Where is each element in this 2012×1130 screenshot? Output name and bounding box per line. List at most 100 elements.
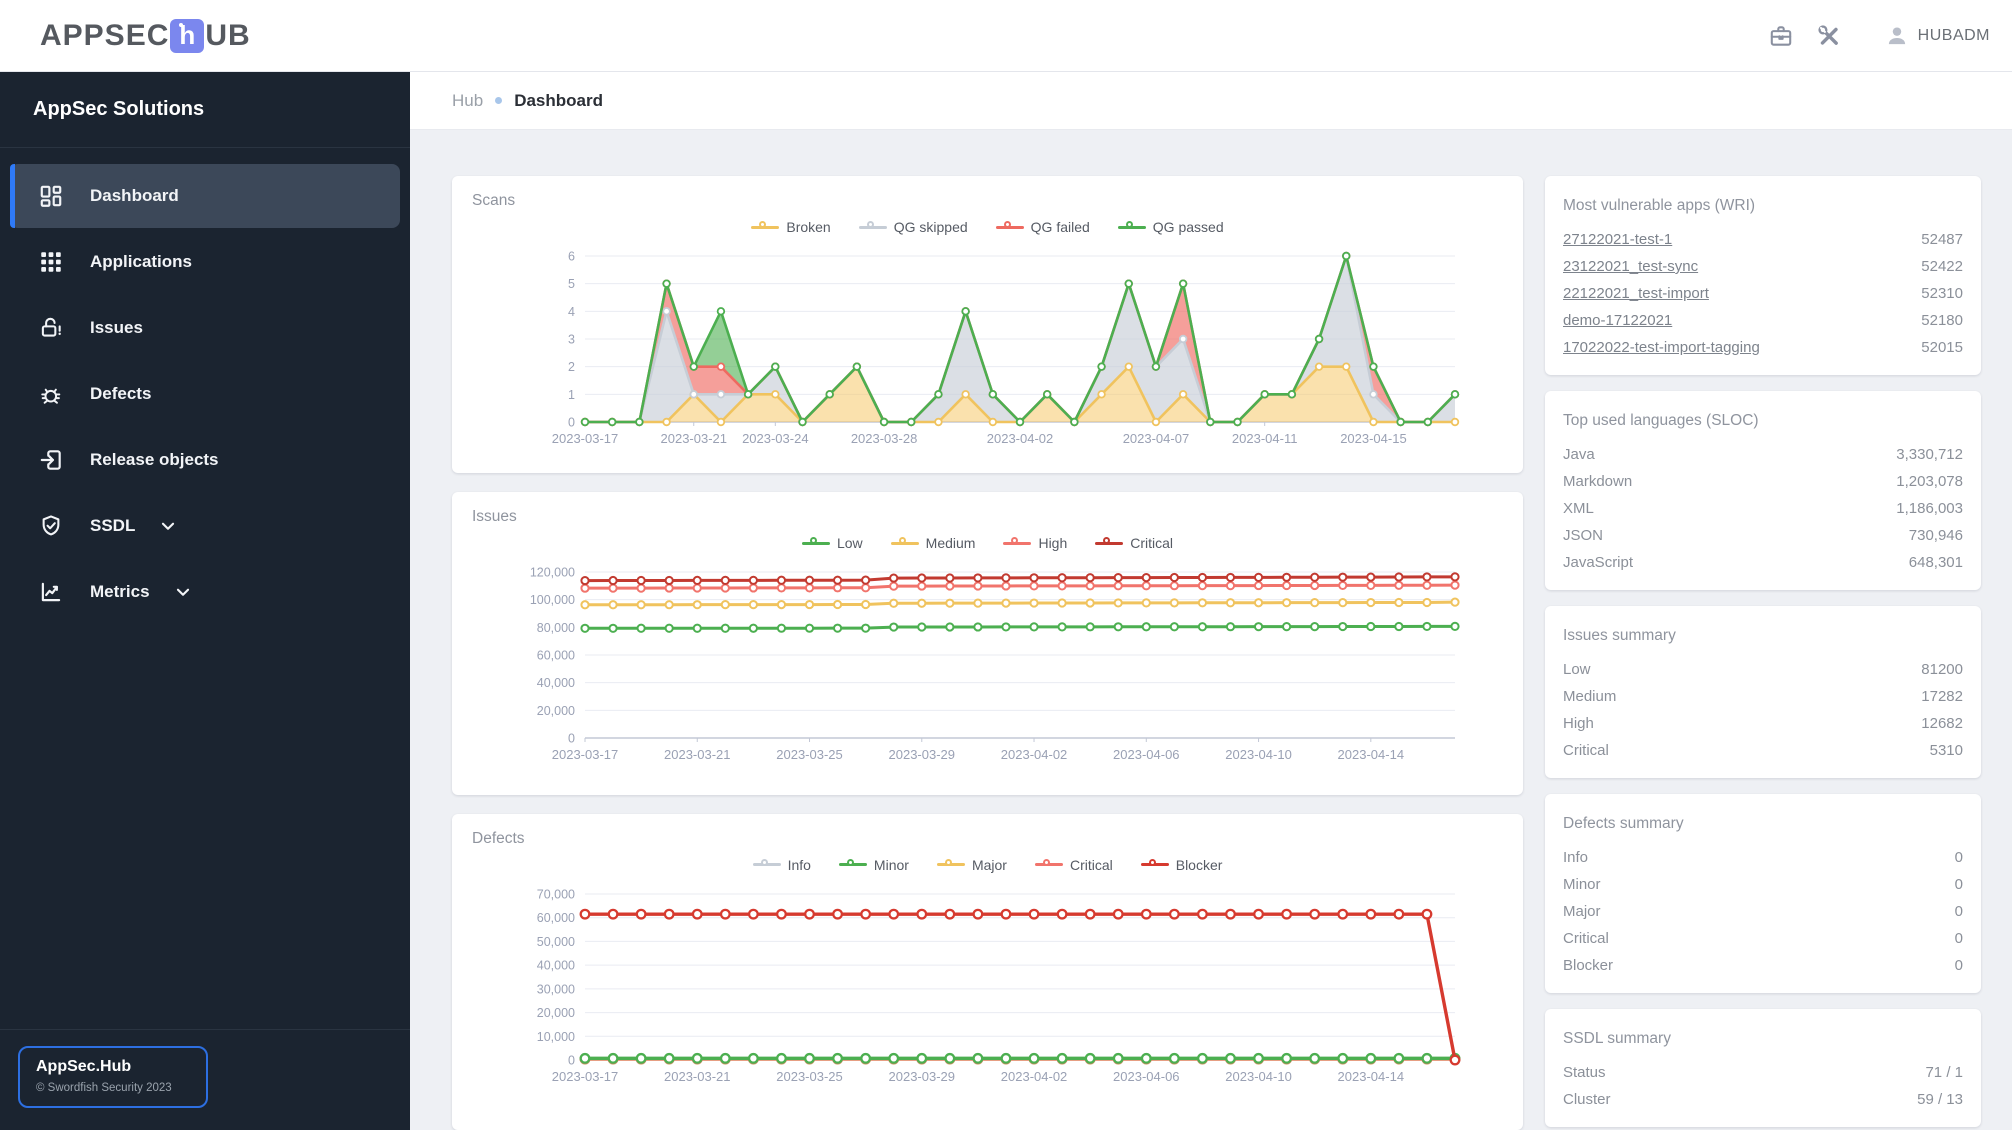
sidebar-footer-box: AppSec.Hub © Swordfish Security 2023 — [18, 1046, 208, 1108]
row-label: Low — [1563, 661, 1591, 678]
svg-text:3: 3 — [568, 333, 575, 347]
logo-hub-icon: h — [170, 18, 205, 53]
svg-text:2023-04-02: 2023-04-02 — [1001, 747, 1067, 762]
legend-marker-icon — [1140, 858, 1169, 872]
app-link[interactable]: 17022022-test-import-tagging — [1563, 334, 1760, 361]
svg-text:40,000: 40,000 — [537, 676, 575, 690]
issues-chart-canvas[interactable]: 0 20,000 40,000 60,000 80,000 100,000 120,000 2… — [472, 562, 1503, 772]
sidebar-item-issues[interactable]: Issues — [10, 296, 400, 360]
svg-text:2023-03-24: 2023-03-24 — [742, 431, 809, 446]
svg-text:2023-03-25: 2023-03-25 — [776, 1069, 843, 1084]
svg-text:0: 0 — [568, 732, 575, 746]
row-label: Status — [1563, 1064, 1606, 1081]
defects-chart-title: Defects — [472, 829, 525, 847]
breadcrumb-current: Dashboard — [514, 90, 603, 110]
svg-text:2023-04-14: 2023-04-14 — [1338, 1069, 1405, 1084]
lock-alert-icon — [38, 315, 64, 341]
svg-text:2023-04-06: 2023-04-06 — [1113, 747, 1180, 762]
svg-text:2023-03-17: 2023-03-17 — [552, 1069, 619, 1084]
sidebar: AppSec Solutions Dashboard Applications Is… — [0, 72, 410, 1130]
row-value: 0 — [1954, 903, 1963, 920]
sidebar-item-applications[interactable]: Applications — [10, 230, 400, 294]
app-link[interactable]: demo-17122021 — [1563, 307, 1672, 334]
row-label: XML — [1563, 500, 1594, 517]
breadcrumb-root[interactable]: Hub — [452, 91, 483, 111]
svg-text:2023-04-11: 2023-04-11 — [1232, 431, 1298, 446]
panel-most-vulnerable-apps-wri: Most vulnerable apps (WRI) 27122021-test-… — [1545, 176, 1981, 375]
applications-icon — [38, 249, 64, 275]
user-menu[interactable]: HUBADM — [1884, 23, 1990, 49]
issues-chart-title: Issues — [472, 508, 517, 526]
scans-chart-canvas[interactable]: 0 1 2 3 4 5 6 2023-03-17 2023-03-21 2023-03-24 202… — [472, 246, 1503, 456]
svg-text:2023-04-10: 2023-04-10 — [1225, 747, 1292, 762]
sidebar-item-release-objects[interactable]: Release objects — [10, 428, 400, 492]
legend-item-info[interactable]: Info — [752, 857, 811, 873]
legend-label: Critical — [1069, 856, 1113, 873]
chevron-down-icon[interactable] — [172, 581, 194, 603]
legend-item-high[interactable]: High — [1003, 535, 1067, 551]
panel-row: JSON 730,946 — [1563, 522, 1963, 549]
tools-icon[interactable] — [1816, 23, 1842, 49]
row-label: JSON — [1563, 527, 1604, 544]
row-value: 81200 — [1921, 661, 1963, 678]
row-value: 17282 — [1921, 688, 1963, 705]
panel-row: Cluster 59 / 13 — [1563, 1086, 1963, 1113]
svg-text:0: 0 — [568, 1053, 575, 1067]
sidebar-footer: AppSec.Hub © Swordfish Security 2023 — [0, 1029, 410, 1130]
svg-text:2: 2 — [568, 360, 575, 374]
person-icon — [1884, 23, 1910, 49]
panel-issues-summary: Issues summary Low 81200 Medium 17282 High 126… — [1545, 606, 1981, 778]
app-link[interactable]: 27122021-test-1 — [1563, 226, 1672, 253]
legend-item-major[interactable]: Major — [936, 856, 1007, 873]
panel-row: Status 71 / 1 — [1563, 1059, 1963, 1086]
svg-text:6: 6 — [568, 250, 575, 264]
row-label: Minor — [1563, 876, 1601, 893]
row-label: Info — [1563, 849, 1589, 866]
row-value: 0 — [1954, 849, 1963, 866]
legend-item-qg-passed[interactable]: QG passed — [1117, 219, 1224, 235]
row-label: High — [1563, 715, 1594, 732]
legend-marker-icon — [801, 536, 830, 550]
defects-chart-canvas[interactable]: 0 10,000 20,000 30,000 40,000 50,000 60,000 70,… — [472, 884, 1503, 1094]
legend-item-blocker[interactable]: Blocker — [1140, 857, 1222, 873]
row-value: 5310 — [1929, 742, 1963, 759]
app-link[interactable]: 22122021_test-import — [1563, 280, 1709, 307]
svg-text:10,000: 10,000 — [537, 1030, 575, 1044]
legend-label: QG skipped — [893, 219, 968, 235]
legend-item-qg-failed[interactable]: QG failed — [995, 219, 1090, 235]
panel-title: Top used languages (SLOC) — [1563, 412, 1759, 429]
svg-text:2023-03-21: 2023-03-21 — [664, 1069, 731, 1084]
appsechub-logo[interactable]: APPSEC h UB — [40, 18, 251, 53]
svg-text:2023-03-17: 2023-03-17 — [552, 431, 619, 446]
legend-label: Major — [971, 856, 1007, 873]
briefcase-icon[interactable] — [1768, 23, 1794, 49]
chevron-down-icon[interactable] — [157, 515, 179, 537]
panel-row: 22122021_test-import 52310 — [1563, 280, 1963, 307]
defects-chart-card: Defects Info Minor Major Critical Blocker 0 1… — [452, 813, 1523, 1130]
sidebar-item-defects[interactable]: Defects — [10, 362, 400, 426]
legend-marker-icon — [858, 220, 887, 234]
sidebar-item-metrics[interactable]: Metrics — [10, 560, 400, 624]
row-label: Java — [1563, 446, 1595, 463]
legend-item-qg-skipped[interactable]: QG skipped — [858, 219, 968, 235]
panel-row: JavaScript 648,301 — [1563, 549, 1963, 576]
legend-item-broken[interactable]: Broken — [751, 219, 831, 235]
legend-item-critical[interactable]: Critical — [1034, 856, 1113, 873]
svg-text:2023-03-29: 2023-03-29 — [889, 747, 956, 762]
legend-item-minor[interactable]: Minor — [838, 857, 909, 873]
shield-check-icon — [38, 513, 64, 539]
legend-item-medium[interactable]: Medium — [890, 535, 976, 552]
row-value: 730,946 — [1908, 527, 1963, 544]
row-value: 0 — [1954, 876, 1963, 893]
bug-icon — [38, 381, 64, 407]
legend-label: Medium — [925, 535, 976, 552]
row-value: 0 — [1954, 957, 1963, 974]
legend-item-critical[interactable]: Critical — [1095, 535, 1173, 551]
chart-line-icon — [38, 579, 64, 605]
legend-item-low[interactable]: Low — [801, 535, 863, 551]
row-value: 52487 — [1921, 231, 1963, 248]
app-link[interactable]: 23122021_test-sync — [1563, 253, 1698, 280]
sidebar-item-ssdl[interactable]: SSDL — [10, 494, 400, 558]
sidebar-item-dashboard[interactable]: Dashboard — [10, 164, 400, 228]
summary-column: Most vulnerable apps (WRI) 27122021-test-… — [1545, 176, 1981, 1130]
